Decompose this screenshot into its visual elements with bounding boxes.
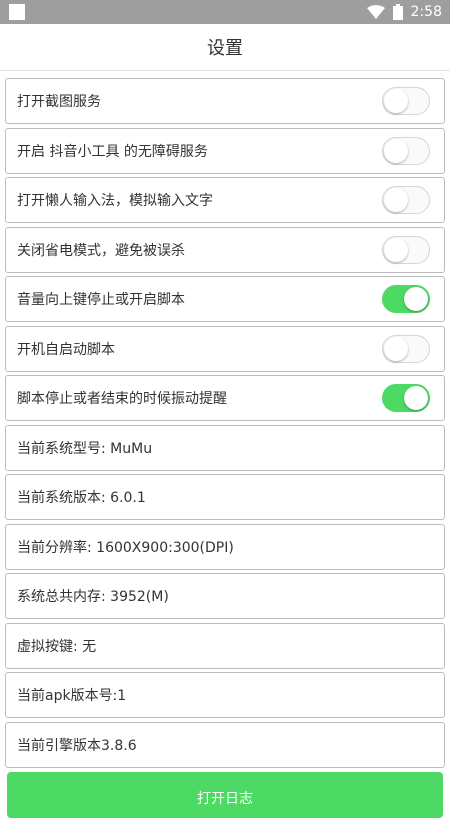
row-label: 当前系统版本: 6.0.1 <box>17 490 146 506</box>
toggle-knob <box>384 336 408 361</box>
toggle-switch[interactable] <box>382 384 430 412</box>
toggle-row-autostart[interactable]: 开机自启动脚本 <box>5 325 445 372</box>
toggle-knob <box>404 287 428 311</box>
row-label: 打开懒人输入法，模拟输入文字 <box>17 193 213 209</box>
row-label: 脚本停止或者结束的时候振动提醒 <box>17 391 227 407</box>
toggle-switch[interactable] <box>382 235 430 264</box>
toggle-row-volume-key-script[interactable]: 音量向上键停止或开启脚本 <box>5 276 445 322</box>
info-row-engine-version: 当前引擎版本3.8.6 <box>5 721 445 768</box>
notification-icon <box>9 4 25 20</box>
open-log-button[interactable]: 打开日志 <box>7 772 443 818</box>
info-row-apk-version: 当前apk版本号:1 <box>5 672 445 718</box>
settings-list: 打开截图服务 开启 抖音小工具 的无障碍服务 打开懒人输入法，模拟输入文字 关闭… <box>5 78 445 771</box>
toggle-row-accessibility-service[interactable]: 开启 抖音小工具 的无障碍服务 <box>5 127 445 174</box>
status-bar: 2:58 <box>0 0 450 24</box>
toggle-switch[interactable] <box>382 334 430 363</box>
toggle-knob <box>384 188 408 212</box>
wifi-icon <box>366 5 385 19</box>
toggle-switch[interactable] <box>382 136 430 165</box>
toggle-row-lazy-input-method[interactable]: 打开懒人输入法，模拟输入文字 <box>5 177 445 223</box>
row-label: 当前引擎版本3.8.6 <box>17 737 137 754</box>
row-label: 打开截图服务 <box>17 94 101 110</box>
toggle-row-screenshot-service[interactable]: 打开截图服务 <box>5 78 445 124</box>
toggle-switch[interactable] <box>382 285 430 313</box>
toggle-knob <box>384 237 408 262</box>
info-row-system-model: 当前系统型号: MuMu <box>5 424 445 471</box>
status-time: 2:58 <box>410 4 442 20</box>
row-label: 当前分辨率: 1600X900:300(DPI) <box>17 539 234 556</box>
row-label: 当前系统型号: MuMu <box>17 440 153 457</box>
page-title-text: 设置 <box>207 38 243 59</box>
status-right: 2:58 <box>366 0 442 24</box>
row-label: 当前apk版本号:1 <box>17 688 127 704</box>
toggle-knob <box>384 138 408 163</box>
info-row-resolution: 当前分辨率: 1600X900:300(DPI) <box>5 523 445 570</box>
row-label: 音量向上键停止或开启脚本 <box>17 292 185 308</box>
open-log-label: 打开日志 <box>197 791 253 807</box>
info-row-total-memory: 系统总共内存: 3952(M) <box>5 573 445 619</box>
toggle-knob <box>384 89 408 113</box>
toggle-row-vibrate-reminder[interactable]: 脚本停止或者结束的时候振动提醒 <box>5 375 445 421</box>
row-label: 开启 抖音小工具 的无障碍服务 <box>17 143 208 160</box>
row-label: 虚拟按键: 无 <box>17 638 97 655</box>
toggle-switch[interactable] <box>382 87 430 115</box>
info-row-system-version: 当前系统版本: 6.0.1 <box>5 474 445 520</box>
row-label: 开机自启动脚本 <box>17 341 115 358</box>
row-label: 系统总共内存: 3952(M) <box>17 589 169 605</box>
info-row-virtual-keys: 虚拟按键: 无 <box>5 622 445 669</box>
toggle-knob <box>404 386 428 410</box>
row-label: 关闭省电模式，避免被误杀 <box>17 242 185 259</box>
page-title: 设置 <box>0 24 450 71</box>
toggle-row-power-saving[interactable]: 关闭省电模式，避免被误杀 <box>5 226 445 273</box>
battery-icon <box>392 4 403 20</box>
toggle-switch[interactable] <box>382 186 430 214</box>
